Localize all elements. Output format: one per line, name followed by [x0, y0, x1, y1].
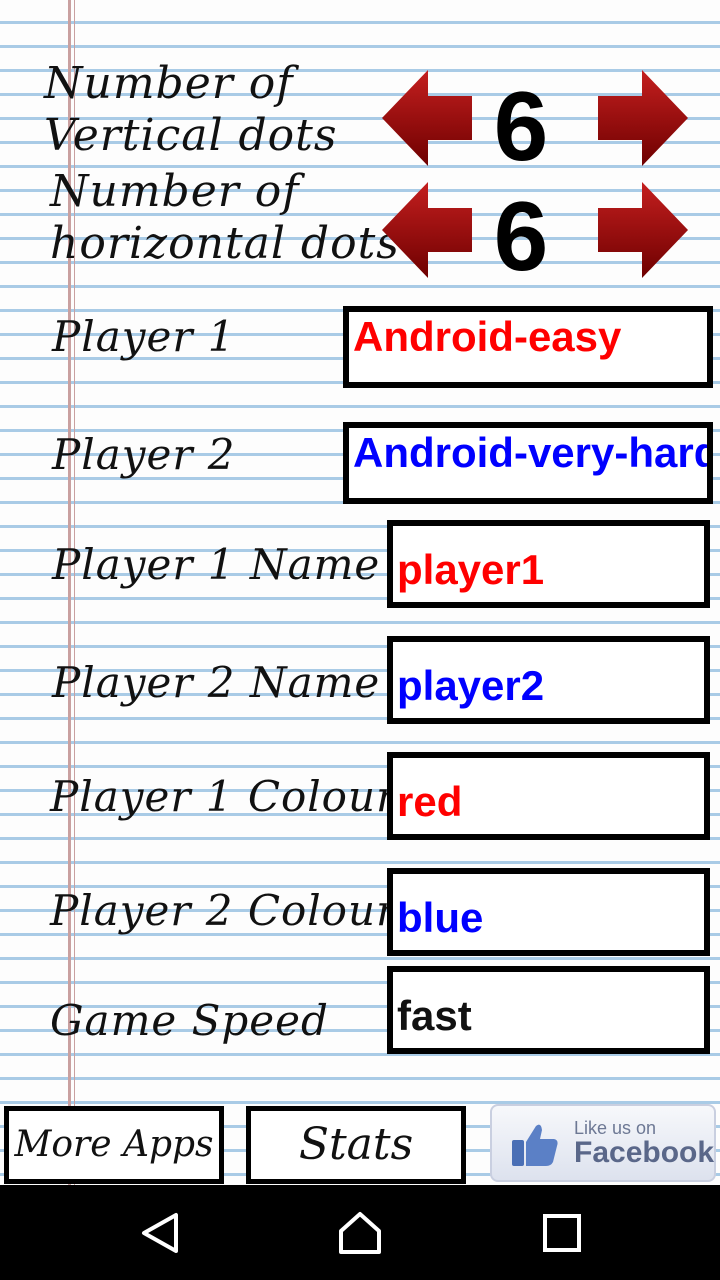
facebook-like-button[interactable]: Like us on Facebook	[490, 1104, 716, 1182]
player2-colour-select[interactable]: blue	[387, 868, 710, 956]
player2-name-field[interactable]: player2	[387, 636, 710, 724]
system-navigation-bar	[0, 1185, 720, 1280]
more-apps-button[interactable]: More Apps	[4, 1106, 224, 1184]
vertical-dots-value: 6	[493, 71, 549, 181]
player1-label: Player 1	[52, 312, 236, 361]
horizontal-dots-label: Number of horizontal dots	[50, 166, 400, 269]
facebook-big-text: Facebook	[574, 1136, 715, 1169]
game-speed-select[interactable]: fast	[387, 966, 710, 1054]
player1-type-select[interactable]: Android-easy	[343, 306, 713, 388]
horizontal-dots-value: 6	[493, 181, 549, 291]
stats-button[interactable]: Stats	[246, 1106, 466, 1184]
thumbs-up-icon	[512, 1124, 558, 1166]
player2-colour-label: Player 2 Colour	[50, 886, 398, 935]
player1-name-field[interactable]: player1	[387, 520, 710, 608]
recents-icon[interactable]	[540, 1211, 584, 1255]
player1-colour-label: Player 1 Colour	[50, 772, 398, 821]
player2-name-label: Player 2 Name	[52, 658, 381, 707]
player2-type-select[interactable]: Android-very-hard	[343, 422, 713, 504]
settings-page: Number of Vertical dots 6 Number of hori…	[0, 0, 720, 1185]
player1-colour-select[interactable]: red	[387, 752, 710, 840]
back-icon[interactable]	[138, 1211, 182, 1255]
player1-name-label: Player 1 Name	[52, 540, 381, 589]
vertical-dots-label: Number of Vertical dots	[44, 58, 338, 161]
player2-label: Player 2	[52, 430, 236, 479]
home-icon[interactable]	[338, 1211, 382, 1255]
game-speed-label: Game Speed	[50, 996, 329, 1045]
vertical-increase-arrow-icon[interactable]	[596, 68, 688, 168]
horizontal-increase-arrow-icon[interactable]	[596, 180, 688, 280]
